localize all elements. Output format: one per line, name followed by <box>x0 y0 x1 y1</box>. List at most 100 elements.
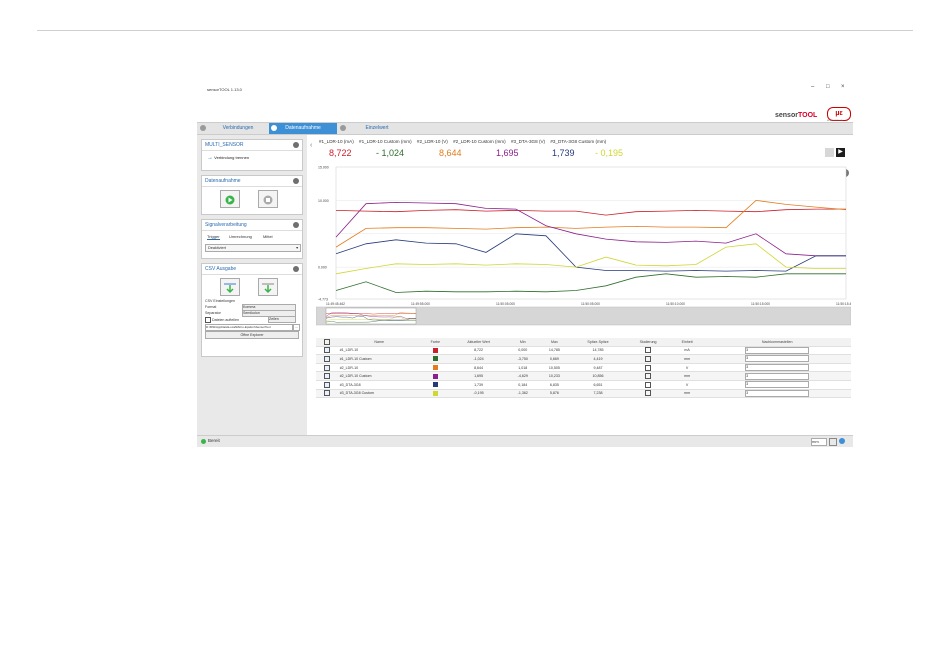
row-checkbox[interactable] <box>323 347 330 354</box>
split-unit-select[interactable]: Zeilen <box>268 316 296 323</box>
split-files-checkbox[interactable]: Dateien aufteilen <box>205 317 239 323</box>
overview-window <box>325 307 417 325</box>
decimals-spinner[interactable]: 3 <box>745 346 810 354</box>
browse-button[interactable]: … <box>293 324 300 331</box>
color-cell[interactable] <box>420 371 450 381</box>
trigger-select[interactable]: Deaktiviert ▾ <box>205 244 301 252</box>
scale-checkbox[interactable] <box>645 364 652 371</box>
row-check-cell[interactable] <box>316 389 338 399</box>
column-header: Nachkommastellen <box>703 338 851 347</box>
close-button[interactable]: × <box>841 84 845 90</box>
help-icon[interactable] <box>839 438 845 444</box>
row-check-cell[interactable] <box>316 346 338 356</box>
row-checkbox[interactable] <box>323 381 330 388</box>
scale-checkbox[interactable] <box>645 381 652 388</box>
min-value: 1,018 <box>507 363 539 373</box>
decimals-spinner[interactable]: 3 <box>745 381 810 389</box>
scale-checkbox[interactable] <box>645 390 652 397</box>
tab-mittel[interactable]: Mittel <box>263 234 273 239</box>
collapse-icon[interactable] <box>293 266 299 272</box>
decimals-cell[interactable]: 3 <box>703 354 851 364</box>
scale-cell[interactable] <box>625 354 671 364</box>
scale-cell[interactable] <box>625 380 671 390</box>
fullscreen-button[interactable] <box>825 148 834 157</box>
color-cell[interactable] <box>420 363 450 373</box>
row-check-cell[interactable] <box>316 380 338 390</box>
scale-cell[interactable] <box>625 389 671 399</box>
legend-item: #2_LDR-10 (V) <box>416 139 448 144</box>
peak-peak-value: 7,238 <box>570 389 626 399</box>
color-swatch[interactable] <box>432 356 438 362</box>
decimals-cell[interactable]: 3 <box>703 363 851 373</box>
disconnect-link[interactable]: → Verbindung trennen <box>207 155 249 161</box>
play-icon <box>225 195 235 205</box>
select-all-checkbox[interactable] <box>323 338 330 345</box>
scale-cell[interactable] <box>625 371 671 381</box>
decimals-spinner[interactable]: 3 <box>745 372 810 380</box>
unit-select[interactable]: mm <box>811 438 827 446</box>
window-icon[interactable] <box>829 438 837 446</box>
color-cell[interactable] <box>420 380 450 390</box>
collapse-icon[interactable] <box>293 142 299 148</box>
row-checkbox[interactable] <box>323 364 330 371</box>
tab-verbindungen[interactable]: Verbindungen <box>208 123 268 134</box>
collapse-sidebar-icon[interactable]: ‹ <box>310 142 312 149</box>
legend-item: #3_DTA-3G8 Custom (mm) <box>550 139 607 144</box>
color-cell[interactable] <box>420 354 450 364</box>
color-swatch[interactable] <box>432 382 438 388</box>
play-button[interactable]: ▶ <box>836 148 845 157</box>
color-swatch[interactable] <box>432 390 438 396</box>
row-checkbox[interactable] <box>323 390 330 397</box>
scale-checkbox[interactable] <box>645 373 652 380</box>
download-icon <box>224 283 236 294</box>
decimals-spinner[interactable]: 3 <box>745 364 810 372</box>
row-checkbox[interactable] <box>323 373 330 380</box>
min-value: 0,000 <box>507 346 539 356</box>
tab-umrechnung[interactable]: Umrechnung <box>229 234 252 239</box>
tab-datenaufnahme[interactable]: Datenaufnahme <box>269 123 337 134</box>
panel-title: Signalverarbeitung <box>202 220 302 231</box>
status-dot-icon <box>201 439 206 444</box>
scale-cell[interactable] <box>625 363 671 373</box>
channel-name: #1_LDR-10 <box>337 346 421 356</box>
scale-checkbox[interactable] <box>645 355 652 362</box>
row-check-cell[interactable] <box>316 363 338 373</box>
max-value: 0,669 <box>538 354 571 364</box>
stop-recording-button[interactable] <box>258 190 278 208</box>
scale-cell[interactable] <box>625 346 671 356</box>
decimals-cell[interactable]: 3 <box>703 371 851 381</box>
decimals-spinner[interactable]: 3 <box>745 389 810 397</box>
color-swatch[interactable] <box>432 347 438 353</box>
collapse-icon[interactable] <box>293 178 299 184</box>
panel-title-text: CSV Ausgabe <box>205 266 237 272</box>
decimals-cell[interactable]: 3 <box>703 346 851 356</box>
maximize-button[interactable]: □ <box>826 84 830 90</box>
color-swatch[interactable] <box>432 365 438 371</box>
tab-trigger[interactable]: Trigger <box>207 234 220 240</box>
decimals-cell[interactable]: 3 <box>703 389 851 399</box>
color-cell[interactable] <box>420 389 450 399</box>
separator-label: Separator <box>205 311 221 315</box>
scale-checkbox[interactable] <box>645 347 652 354</box>
csv-split-button[interactable] <box>258 278 278 296</box>
tab-einzelwert[interactable]: Einzelwert <box>347 123 407 134</box>
row-checkbox[interactable] <box>323 355 330 362</box>
x-tick-label: 11:49:55.000 <box>411 302 430 306</box>
color-swatch[interactable] <box>432 373 438 379</box>
row-check-cell[interactable] <box>316 371 338 381</box>
decimals-cell[interactable]: 3 <box>703 380 851 390</box>
channel-name: #3_DTA-3G8 <box>337 380 421 390</box>
open-explorer-button[interactable]: Öffne Explorer <box>205 331 299 339</box>
peak-peak-value: 10,856 <box>570 371 626 381</box>
row-check-cell[interactable] <box>316 354 338 364</box>
csv-export-button[interactable] <box>220 278 240 296</box>
panel-title: MULTI_SENSOR <box>202 140 302 151</box>
decimals-spinner[interactable]: 3 <box>745 355 810 363</box>
column-header: Skalierung <box>625 338 671 347</box>
start-recording-button[interactable] <box>220 190 240 208</box>
minimize-button[interactable]: – <box>811 84 814 90</box>
checkbox-box <box>205 317 211 323</box>
color-cell[interactable] <box>420 346 450 356</box>
collapse-icon[interactable] <box>293 222 299 228</box>
csv-path-input[interactable]: D:\MSI\AppData\Local\Micro-Epsilon\Senso… <box>205 324 293 331</box>
